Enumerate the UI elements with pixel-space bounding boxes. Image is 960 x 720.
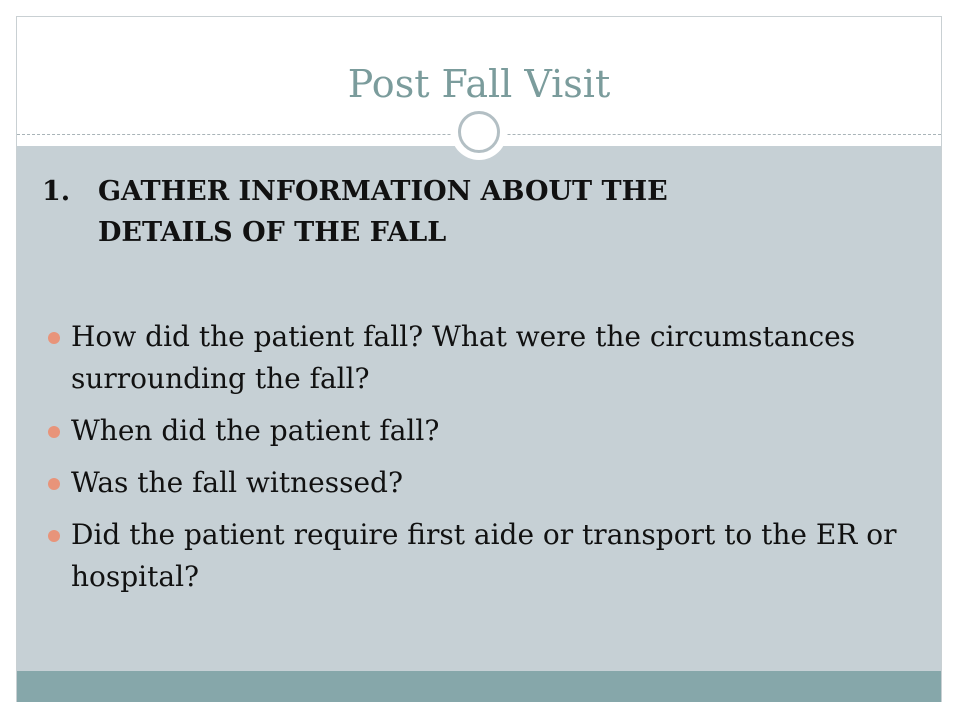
list-item: When did the patient fall? [42, 410, 922, 452]
heading-number: 1. [42, 176, 71, 207]
bullet-text: How did the patient fall? What were the … [71, 320, 856, 395]
list-item: Did the patient require first aide or tr… [42, 514, 922, 598]
list-item: How did the patient fall? What were the … [42, 316, 922, 400]
bullet-list: How did the patient fall? What were the … [42, 316, 922, 608]
bullet-dot-icon [48, 426, 60, 438]
heading-line-2: DETAILS OF THE FALL [98, 217, 447, 248]
circle-ornament-inner [458, 111, 500, 153]
bullet-dot-icon [48, 530, 60, 542]
bullet-text: Did the patient require first aide or tr… [71, 518, 897, 593]
footer-bar [17, 671, 941, 702]
bullet-dot-icon [48, 332, 60, 344]
circle-ornament-icon [451, 104, 507, 160]
bullet-text: Was the fall witnessed? [71, 466, 403, 499]
slide-title: Post Fall Visit [347, 62, 611, 106]
bullet-dot-icon [48, 478, 60, 490]
list-item: Was the fall witnessed? [42, 462, 922, 504]
section-heading: 1. GATHER INFORMATION ABOUT THE DETAILS O… [42, 171, 902, 253]
bullet-text: When did the patient fall? [71, 414, 440, 447]
slide: Post Fall Visit 1. GATHER INFORMATION ABO… [0, 0, 960, 720]
heading-line-1: GATHER INFORMATION ABOUT THE [98, 176, 668, 207]
